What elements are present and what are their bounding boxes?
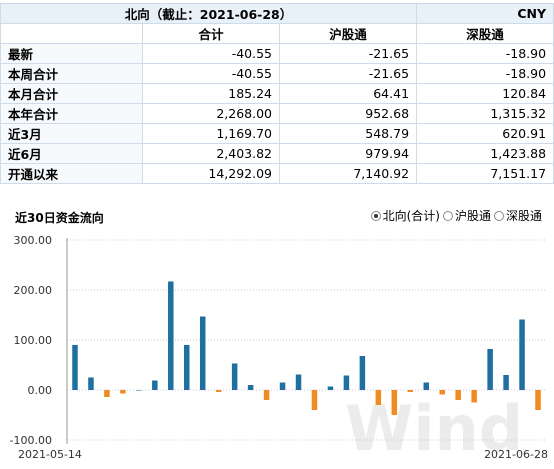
- flow-bar-chart: Wind300.00200.00100.000.00-100.002021-05…: [10, 234, 548, 465]
- y-tick-label: 0.00: [28, 384, 53, 397]
- flow-bar: [375, 390, 382, 405]
- table-cell: 14,292.09: [142, 163, 280, 184]
- flow-bar: [231, 363, 238, 390]
- y-tick-label: 100.00: [14, 334, 53, 347]
- northbound-flow-panel: 北向（截止：2021-06-28） CNY 合计 沪股通 深股通 最新 -40.5…: [0, 0, 554, 469]
- flow-bar: [327, 386, 334, 390]
- column-header-shanghai: 沪股通: [278, 23, 418, 44]
- flow-bar: [168, 281, 174, 390]
- row-label: 近6月: [0, 143, 143, 164]
- currency-label: CNY: [416, 3, 554, 24]
- table-cell: -40.55: [142, 63, 280, 84]
- flow-bar: [343, 375, 350, 390]
- row-label: 本月合计: [0, 83, 143, 104]
- flow-bar: [136, 390, 142, 391]
- flow-bar: [104, 390, 110, 397]
- radio-button-icon[interactable]: [442, 210, 453, 221]
- radio-button-icon[interactable]: [493, 210, 504, 221]
- northbound-summary-table: 北向（截止：2021-06-28） CNY 合计 沪股通 深股通 最新 -40.5…: [0, 3, 554, 184]
- table-title: 北向（截止：2021-06-28）: [0, 3, 418, 24]
- flow-bar: [120, 390, 126, 394]
- flow-bar: [455, 390, 461, 400]
- flow-bar: [311, 390, 318, 410]
- table-cell: 7,140.92: [278, 163, 418, 184]
- flow-bar: [471, 390, 477, 403]
- table-cell: -18.90: [416, 43, 554, 64]
- flow-bar: [423, 382, 429, 390]
- flow-bar: [199, 316, 206, 390]
- flow-bar: [487, 349, 493, 390]
- series-radio-group: 北向(合计) 沪股通 深股通: [370, 207, 542, 224]
- table-cell: 952.68: [278, 103, 418, 124]
- x-start-label: 2021-05-14: [18, 448, 82, 461]
- y-tick-label: 300.00: [14, 234, 53, 247]
- flow-bar: [359, 356, 366, 390]
- table-cell: 7,151.17: [416, 163, 554, 184]
- table-row: 本年合计 2,268.00 952.68 1,315.32: [0, 103, 554, 124]
- radio-option[interactable]: 沪股通: [442, 207, 491, 224]
- table-row: 开通以来 14,292.09 7,140.92 7,151.17: [0, 163, 554, 184]
- radio-option[interactable]: 北向(合计): [370, 207, 440, 224]
- table-cell: 185.24: [142, 83, 280, 104]
- row-label: 本周合计: [0, 63, 143, 84]
- row-label: 近3月: [0, 123, 143, 144]
- table-cell: 64.41: [278, 83, 418, 104]
- row-label: 开通以来: [0, 163, 143, 184]
- table-cell: 120.84: [416, 83, 554, 104]
- table-row: 最新 -40.55 -21.65 -18.90: [0, 43, 554, 64]
- flow-bar: [184, 345, 190, 390]
- radio-button-icon[interactable]: [370, 210, 381, 221]
- table-cell: 979.94: [278, 143, 418, 164]
- row-label: 最新: [0, 43, 143, 64]
- table-cell: -21.65: [278, 43, 418, 64]
- table-cell: 548.79: [278, 123, 418, 144]
- table-row: 近6月 2,403.82 979.94 1,423.88: [0, 143, 554, 164]
- flow-bar: [391, 390, 398, 415]
- flow-bar: [519, 319, 525, 390]
- y-tick-label: -100.00: [10, 434, 52, 447]
- flow-bar: [407, 390, 414, 392]
- column-header-row: 合计 沪股通 深股通: [0, 23, 554, 44]
- flow-bar: [279, 382, 286, 390]
- table-cell: -21.65: [278, 63, 418, 84]
- radio-label: 深股通: [505, 209, 542, 223]
- radio-label: 沪股通: [454, 209, 491, 223]
- flow-bar: [439, 390, 445, 395]
- flow-bar: [263, 390, 270, 400]
- table-cell: 620.91: [416, 123, 554, 144]
- table-row: 近3月 1,169.70 548.79 620.91: [0, 123, 554, 144]
- table-body: 最新 -40.55 -21.65 -18.90 本周合计 -40.55 -21.65 -18.…: [0, 43, 554, 184]
- radio-option[interactable]: 深股通: [493, 207, 542, 224]
- table-cell: 1,423.88: [416, 143, 554, 164]
- flow-bar: [247, 385, 254, 390]
- table-cell: 1,315.32: [416, 103, 554, 124]
- flow-bar: [295, 374, 302, 390]
- y-tick-label: 200.00: [14, 284, 53, 297]
- chart-title: 近30日资金流向: [15, 211, 104, 225]
- flow-bar: [503, 375, 509, 390]
- flow-bar: [72, 345, 78, 390]
- table-cell: -18.90: [416, 63, 554, 84]
- row-label: 本年合计: [0, 103, 143, 124]
- flow-bar: [152, 380, 158, 390]
- table-cell: 2,268.00: [142, 103, 280, 124]
- table-cell: 2,403.82: [142, 143, 280, 164]
- column-header-blank: [0, 23, 143, 44]
- column-header-shenzhen: 深股通: [416, 23, 554, 44]
- table-cell: 1,169.70: [142, 123, 280, 144]
- flow-bar: [215, 390, 222, 392]
- table-cell: -40.55: [142, 43, 280, 64]
- flow-bar: [88, 377, 94, 390]
- flow-bar: [535, 390, 541, 410]
- column-header-total: 合计: [142, 23, 280, 44]
- radio-label: 北向(合计): [382, 209, 440, 223]
- table-row: 本月合计 185.24 64.41 120.84: [0, 83, 554, 104]
- x-end-label: 2021-06-28: [484, 448, 548, 461]
- table-row: 本周合计 -40.55 -21.65 -18.90: [0, 63, 554, 84]
